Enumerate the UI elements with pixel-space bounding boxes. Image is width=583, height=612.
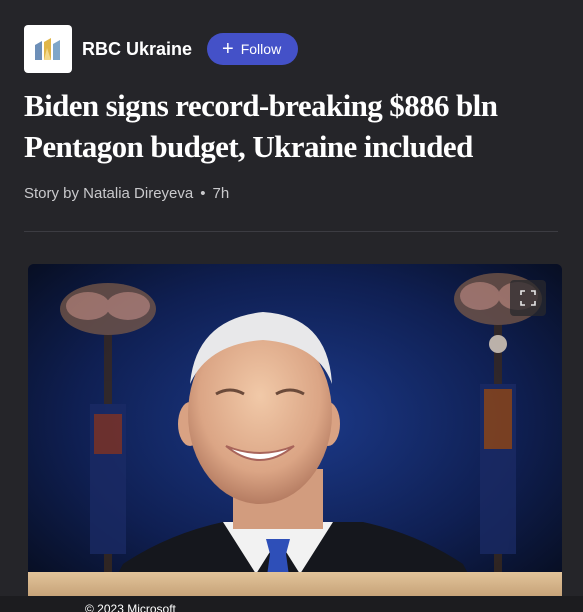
article-page: RBC Ukraine + Follow Biden signs record-… — [0, 0, 583, 612]
follow-label: Follow — [240, 41, 282, 57]
plus-icon: + — [222, 38, 234, 60]
publisher-name[interactable]: RBC Ukraine — [82, 39, 192, 60]
publisher-logo[interactable] — [24, 25, 72, 73]
publish-time: 7h — [212, 185, 230, 202]
rbc-ukraine-logo-icon — [35, 38, 60, 60]
copyright-text: © 2023 Microsoft — [85, 602, 176, 612]
expand-icon — [520, 290, 536, 306]
header-divider — [24, 231, 558, 232]
hero-image[interactable] — [28, 264, 562, 612]
publisher-header: RBC Ukraine + Follow — [24, 25, 299, 73]
byline-separator: • — [200, 185, 206, 202]
article-photo — [28, 264, 562, 612]
expand-image-button[interactable] — [510, 280, 546, 316]
author-credit: Story by Natalia Direyeva — [24, 185, 194, 202]
follow-button[interactable]: + Follow — [207, 33, 299, 65]
article-byline: Story by Natalia Direyeva • 7h — [24, 185, 229, 202]
article-headline: Biden signs record-breaking $886 bln Pen… — [24, 88, 498, 164]
